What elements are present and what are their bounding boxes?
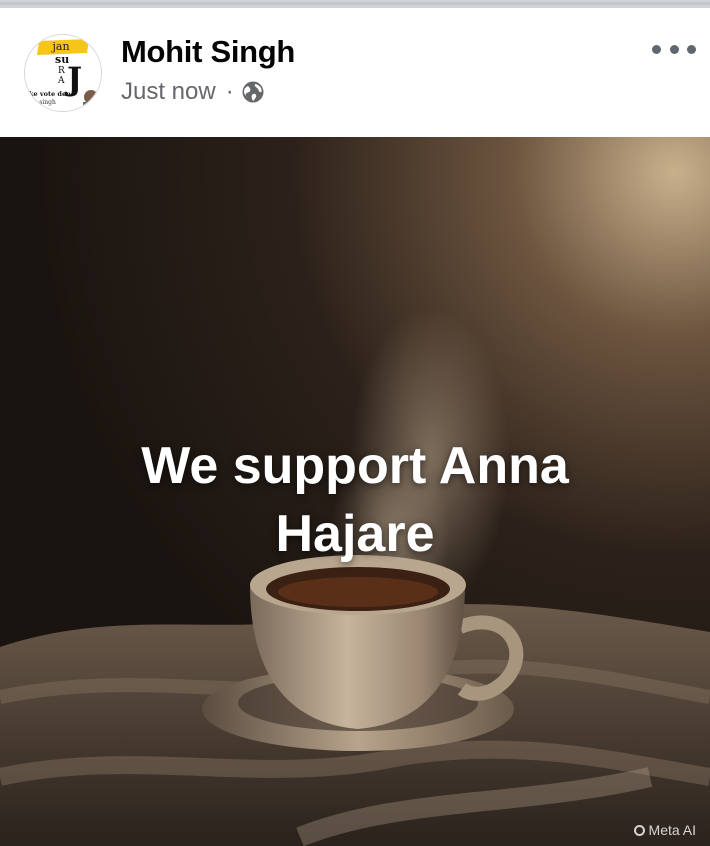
post-time[interactable]: Just now	[121, 78, 216, 106]
author-avatar[interactable]: jan su R A J ke vote den it singh	[24, 34, 102, 112]
meta-separator: ·	[225, 78, 234, 105]
meta-ai-icon	[633, 824, 645, 836]
author-name[interactable]: Mohit Singh	[121, 34, 295, 70]
post-header: jan su R A J ke vote den it singh Mohit …	[0, 8, 710, 137]
image-caption: We support Anna Hajare	[141, 437, 569, 563]
more-options-icon[interactable]	[652, 38, 696, 60]
meta-ai-watermark: Meta AI	[633, 822, 696, 838]
watermark-label: Meta AI	[648, 822, 696, 838]
avatar-text-4: A	[57, 76, 65, 86]
more-dot	[687, 44, 696, 54]
more-dot	[669, 44, 679, 54]
avatar-text-7: it singh	[33, 99, 56, 106]
top-divider	[0, 0, 710, 8]
avatar-text-1: jan	[50, 40, 69, 53]
more-dot	[652, 44, 661, 54]
avatar-text-3: R	[58, 66, 65, 76]
post-meta: Just now ·	[121, 78, 264, 106]
avatar-graphic: jan su R A J ke vote den it singh	[25, 35, 101, 111]
post-image[interactable]: We support Anna Hajare Meta AI	[0, 137, 710, 846]
avatar-text-6: ke vote den	[29, 90, 71, 98]
globe-icon[interactable]	[242, 81, 264, 103]
